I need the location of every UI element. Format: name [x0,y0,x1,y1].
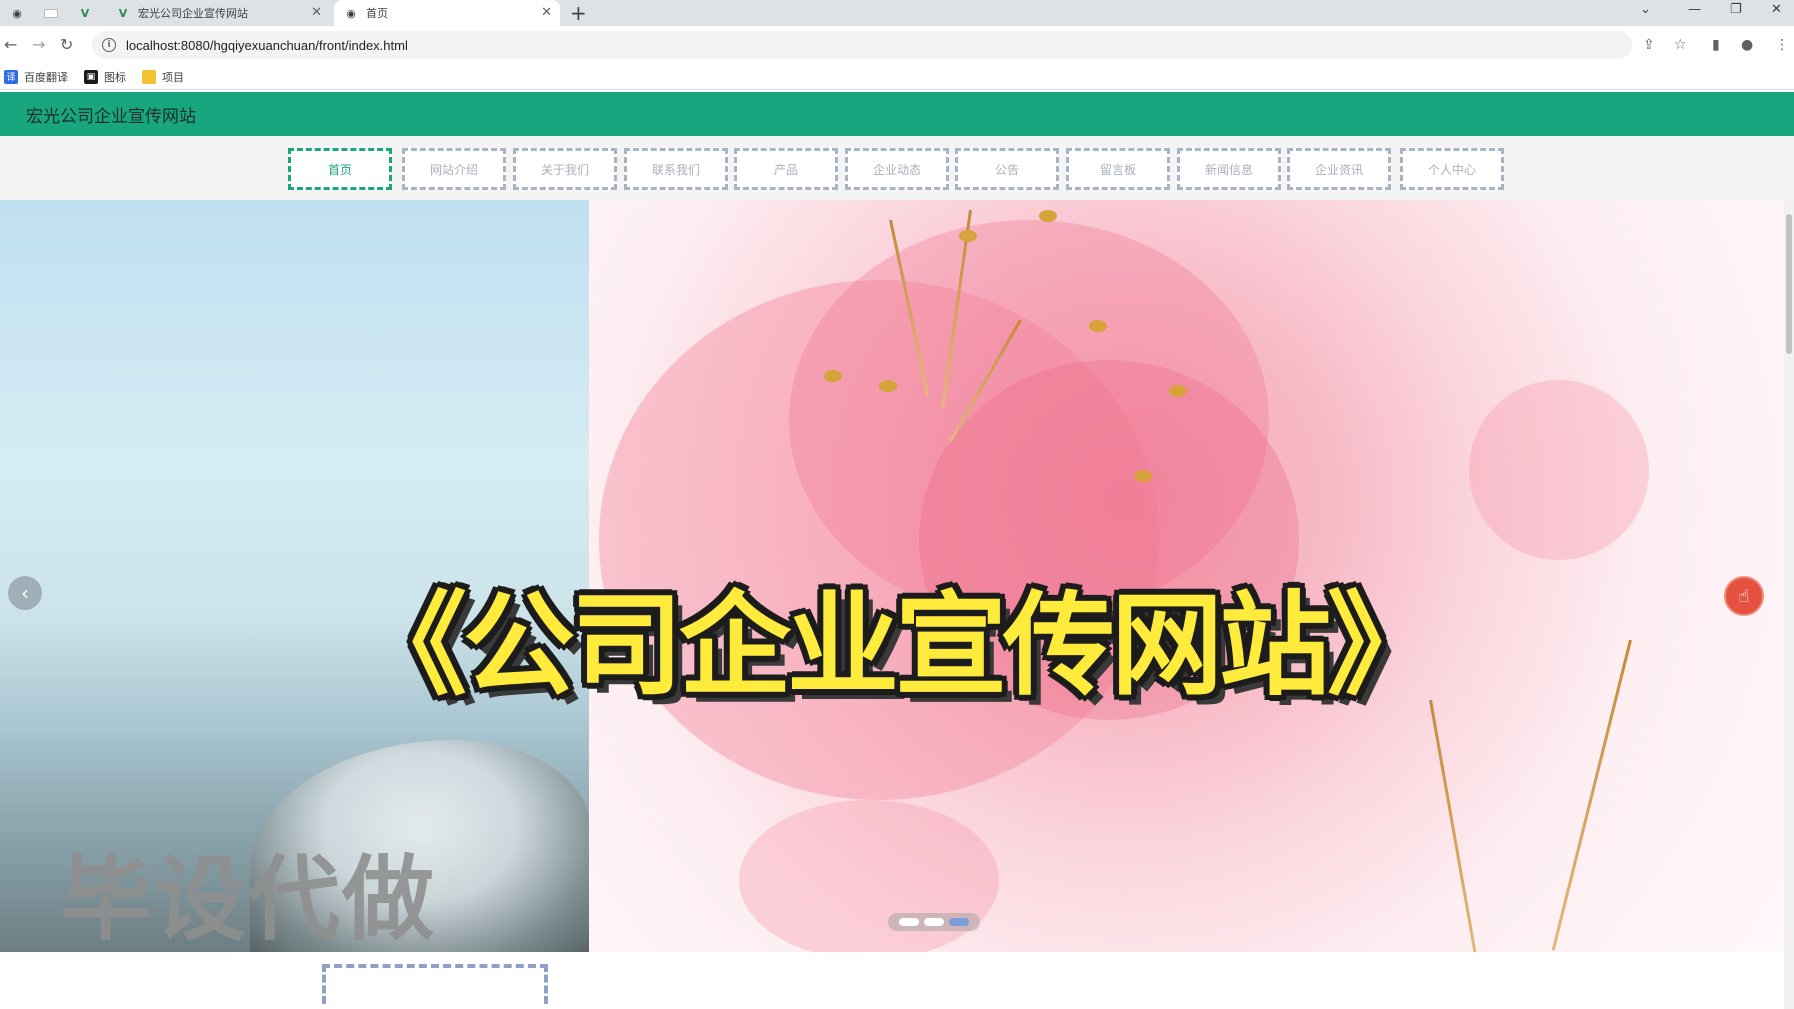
site-header: 宏光公司企业宣传网站 [0,92,1794,136]
tab-pinned-blank[interactable] [34,0,68,26]
back-arrow-icon[interactable]: ← [4,35,17,54]
nav-message-board[interactable]: 留言板 [1066,148,1170,190]
browser-window: ◉ V V 宏光公司企业宣传网站 ✕ ◉ 首页 ✕ + ⌄ — ❐ ✕ ← → … [0,0,1794,1009]
chevron-left-icon: ‹ [21,581,29,605]
stem-shape [1551,639,1632,951]
site-nav: 首页 网站介绍 关于我们 联系我们 产品 企业动态 公告 留言板 新闻信息 企业… [0,136,1794,200]
bookmark-baidu-translate[interactable]: 译 百度翻译 [4,69,68,85]
minimize-button[interactable]: — [1688,2,1701,17]
tab-pinned-globe[interactable]: ◉ [0,0,34,26]
folder-icon [142,69,156,84]
bookmarks-bar: 译 百度翻译 ▣ 图标 项目 [0,64,1794,90]
bookmark-label: 图标 [104,70,126,84]
hero-carousel[interactable]: 《公司企业宣传网站》 毕设代做 ‹ ☝ [0,200,1784,952]
vue-icon: V [80,6,90,20]
globe-icon: ◉ [346,6,356,20]
blank-page-icon [44,8,58,18]
vue-icon: V [118,6,128,20]
translate-icon: 译 [4,69,18,84]
tab-home[interactable]: ◉ 首页 ✕ [334,0,560,26]
image-icon: ▣ [84,69,98,84]
scrollbar-thumb[interactable] [1786,214,1792,354]
bookmark-label: 项目 [162,70,184,84]
section-title-box [322,964,548,1004]
stamen-anther [1039,210,1057,222]
restore-button[interactable]: ❐ [1730,2,1742,17]
tab-label: 宏光公司企业宣传网站 [138,7,248,20]
stamen-anther [1134,470,1152,482]
below-fold-section [0,952,1784,1009]
hand-cursor-icon: ☝ [1738,585,1750,607]
nav-contact-us[interactable]: 联系我们 [624,148,728,190]
menu-icon[interactable]: ⋮ [1775,37,1789,53]
carousel-dot-active[interactable] [949,918,969,926]
side-panel-icon[interactable]: ▮ [1712,37,1720,53]
carousel-dot[interactable] [899,918,919,926]
tab-strip: ◉ V V 宏光公司企业宣传网站 ✕ ◉ 首页 ✕ + ⌄ — ❐ ✕ [0,0,1794,26]
tab-site[interactable]: V 宏光公司企业宣传网站 ✕ [106,0,330,26]
stamen-anther [1169,385,1187,397]
page-scrollbar[interactable] [1784,200,1794,1009]
nav-personal-center[interactable]: 个人中心 [1400,148,1504,190]
share-icon[interactable]: ⇪ [1643,37,1655,53]
tab-pinned-vue[interactable]: V [68,0,102,26]
tab-label: 首页 [366,7,388,20]
nav-company-news[interactable]: 企业动态 [845,148,949,190]
carousel-next-button[interactable]: ☝ [1724,576,1764,616]
carousel-dot[interactable] [924,918,944,926]
stem-shape [1429,699,1478,952]
bookmark-label: 百度翻译 [24,70,68,84]
address-bar[interactable]: i localhost:8080/hgqiyexuanchuan/front/i… [92,31,1632,59]
carousel-prev-button[interactable]: ‹ [8,576,42,610]
nav-site-intro[interactable]: 网站介绍 [402,148,506,190]
close-icon[interactable]: ✕ [541,5,552,20]
globe-icon: ◉ [12,6,22,20]
nav-enterprise-info[interactable]: 企业资讯 [1287,148,1391,190]
close-icon[interactable]: ✕ [311,5,322,20]
forward-arrow-icon[interactable]: → [32,35,45,54]
stamen-anther [824,370,842,382]
stamen-anther [879,380,897,392]
overlay-title: 《公司企业宣传网站》 [355,581,1439,711]
nav-products[interactable]: 产品 [734,148,838,190]
bookmark-project[interactable]: 项目 [142,69,184,85]
stamen-anther [959,230,977,242]
nav-about-us[interactable]: 关于我们 [513,148,617,190]
bookmark-icons[interactable]: ▣ 图标 [84,69,126,85]
watermark-text: 毕设代做 [60,846,437,952]
nav-news-info[interactable]: 新闻信息 [1177,148,1281,190]
reload-icon[interactable]: ↻ [60,35,73,54]
page-viewport: 宏光公司企业宣传网站 首页 网站介绍 关于我们 联系我们 产品 企业动态 公告 … [0,92,1794,1009]
new-tab-button[interactable]: + [570,1,587,25]
tab-search-icon[interactable]: ⌄ [1640,2,1651,17]
info-icon[interactable]: i [102,38,116,52]
url-text[interactable]: localhost:8080/hgqiyexuanchuan/front/ind… [126,38,408,53]
site-title: 宏光公司企业宣传网站 [26,106,196,127]
nav-home[interactable]: 首页 [288,148,392,190]
browser-toolbar: ← → ↻ i localhost:8080/hgqiyexuanchuan/f… [0,26,1794,64]
star-icon[interactable]: ☆ [1674,37,1687,53]
close-window-button[interactable]: ✕ [1771,2,1782,17]
stamen-anther [1089,320,1107,332]
nav-announcements[interactable]: 公告 [955,148,1059,190]
petal-shape [1469,380,1649,560]
carousel-indicators [888,913,980,931]
profile-icon[interactable]: ● [1741,37,1753,53]
